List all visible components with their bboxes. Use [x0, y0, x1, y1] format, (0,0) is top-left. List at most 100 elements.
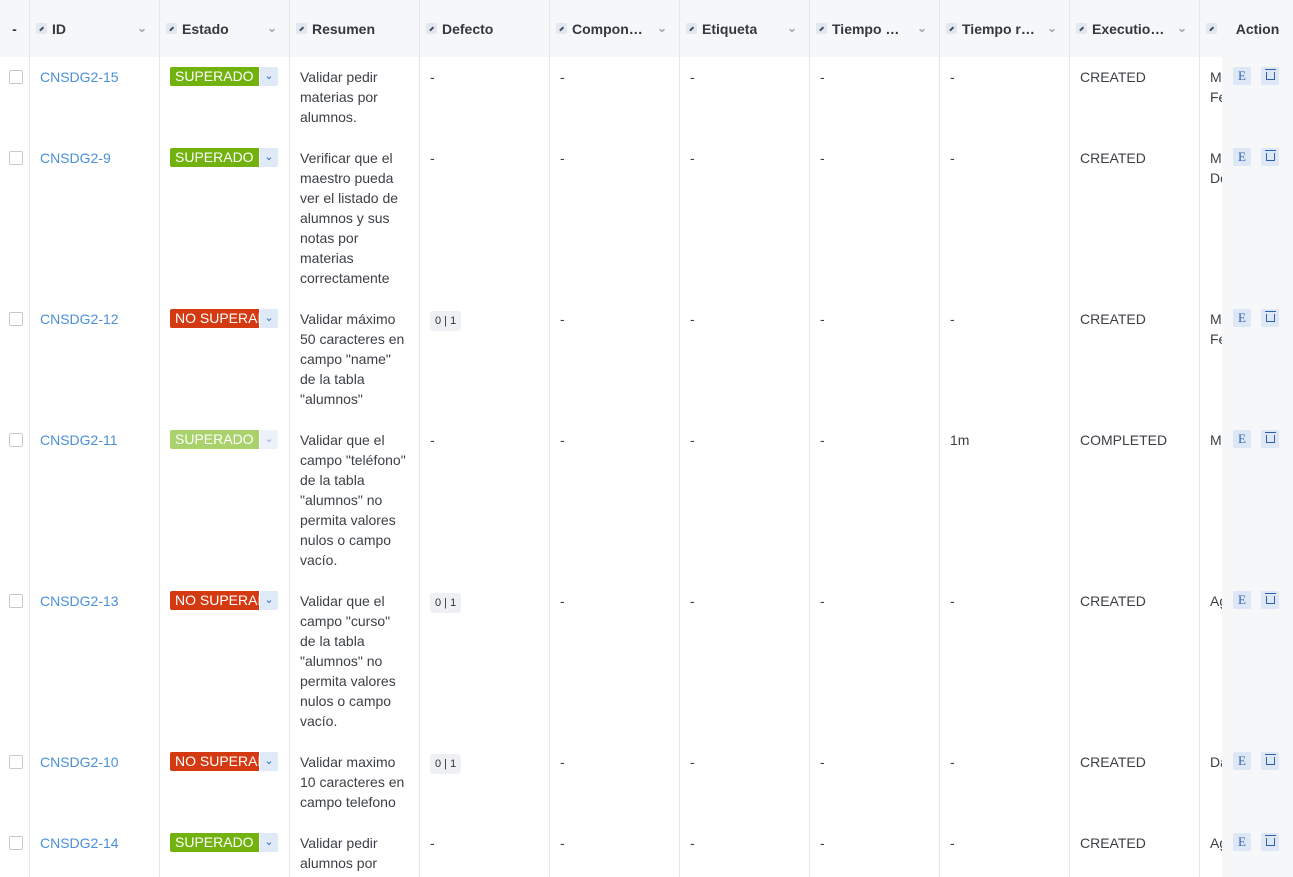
chevron-down-icon[interactable]: ⌄: [267, 21, 277, 35]
status-select[interactable]: SUPERADO ⌄: [170, 833, 279, 852]
cell-componente: -: [550, 57, 680, 138]
status-badge[interactable]: NO SUPERADO: [170, 591, 259, 610]
edit-button[interactable]: E: [1233, 148, 1251, 166]
test-id-link[interactable]: CNSDG2-13: [40, 593, 119, 609]
row-select-cell: [0, 742, 30, 823]
status-select[interactable]: SUPERADO ⌄: [170, 148, 279, 167]
defect-count-badge[interactable]: 0 | 1: [430, 754, 462, 774]
pin-icon[interactable]: [556, 23, 567, 34]
pin-icon[interactable]: [1076, 23, 1087, 34]
column-header-resumen[interactable]: Resumen: [290, 0, 420, 57]
edit-button[interactable]: E: [1233, 591, 1251, 609]
chevron-down-icon[interactable]: ⌄: [657, 21, 667, 35]
row-actions: E: [1222, 420, 1293, 581]
delete-button[interactable]: [1261, 309, 1279, 327]
status-select[interactable]: NO SUPERADO⌄: [170, 309, 279, 328]
column-header-etiqueta[interactable]: Etiqueta ⌄: [680, 0, 810, 57]
chevron-down-icon[interactable]: ⌄: [1047, 21, 1057, 35]
column-header-tiempo-real[interactable]: Tiempo real ⌄: [940, 0, 1070, 57]
pin-icon[interactable]: [426, 23, 437, 34]
table-row[interactable]: CNSDG2-13 NO SUPERADO⌄ Validar que el camp…: [0, 581, 1293, 743]
table-row[interactable]: CNSDG2-15 SUPERADO ⌄ Validar pedir materias…: [0, 57, 1293, 139]
column-header-execution[interactable]: Execution status ⌄: [1070, 0, 1200, 57]
chevron-down-icon[interactable]: ⌄: [260, 752, 278, 771]
chevron-down-icon[interactable]: ⌄: [260, 67, 278, 86]
select-all-label: -: [12, 20, 17, 37]
delete-button[interactable]: [1261, 833, 1279, 851]
column-label: Resumen: [312, 20, 376, 37]
status-badge[interactable]: NO SUPERADO: [170, 752, 259, 771]
status-select[interactable]: SUPERADO ⌄: [170, 430, 279, 449]
edit-button[interactable]: E: [1233, 309, 1251, 327]
status-badge[interactable]: NO SUPERADO: [170, 309, 259, 328]
status-badge[interactable]: SUPERADO: [170, 833, 259, 852]
pin-icon[interactable]: [946, 23, 957, 34]
pin-icon[interactable]: [36, 23, 47, 34]
delete-button[interactable]: [1261, 591, 1279, 609]
defect-count-badge[interactable]: 0 | 1: [430, 311, 462, 331]
status-select[interactable]: SUPERADO ⌄: [170, 67, 279, 86]
edit-button[interactable]: E: [1233, 833, 1251, 851]
chevron-down-icon[interactable]: ⌄: [787, 21, 797, 35]
row-checkbox[interactable]: [9, 151, 23, 165]
row-checkbox[interactable]: [9, 312, 23, 326]
delete-button[interactable]: [1261, 148, 1279, 166]
row-checkbox[interactable]: [9, 755, 23, 769]
column-header-tiempo-estimado[interactable]: Tiempo estimado ⌄: [810, 0, 940, 57]
pin-icon[interactable]: [686, 23, 697, 34]
chevron-down-icon[interactable]: ⌄: [260, 309, 278, 328]
defect-count-badge[interactable]: 0 | 1: [430, 593, 462, 613]
chevron-down-icon[interactable]: ⌄: [260, 833, 278, 852]
status-badge[interactable]: SUPERADO: [170, 67, 259, 86]
pin-icon[interactable]: [1206, 23, 1217, 34]
table-row[interactable]: CNSDG2-10 NO SUPERADO⌄ Validar maximo 10 c…: [0, 742, 1293, 824]
status-select[interactable]: NO SUPERADO⌄: [170, 752, 279, 771]
test-id-link[interactable]: CNSDG2-11: [40, 432, 118, 448]
cell-extra: M Fe: [1210, 311, 1222, 347]
chevron-down-icon[interactable]: ⌄: [260, 430, 278, 449]
row-checkbox[interactable]: [9, 836, 23, 850]
edit-button[interactable]: E: [1233, 67, 1251, 85]
column-label: Tiempo real: [962, 20, 1035, 37]
chevron-down-icon[interactable]: ⌄: [260, 148, 278, 167]
test-id-link[interactable]: CNSDG2-14: [40, 835, 119, 851]
row-checkbox[interactable]: [9, 433, 23, 447]
test-id-link[interactable]: CNSDG2-15: [40, 69, 119, 85]
column-header-id[interactable]: ID ⌄: [30, 0, 160, 57]
pin-icon[interactable]: [166, 23, 177, 34]
delete-button[interactable]: [1261, 430, 1279, 448]
cell-resumen: Validar pedir alumnos por: [290, 823, 420, 877]
table-row[interactable]: CNSDG2-11 SUPERADO ⌄ Validar que el campo "…: [0, 420, 1293, 582]
chevron-down-icon[interactable]: ⌄: [917, 21, 927, 35]
test-id-link[interactable]: CNSDG2-12: [40, 311, 119, 327]
edit-button[interactable]: E: [1233, 430, 1251, 448]
status-badge[interactable]: SUPERADO: [170, 430, 259, 449]
table-row[interactable]: CNSDG2-14 SUPERADO ⌄ Validar pedir alumnos …: [0, 823, 1293, 877]
select-all-header[interactable]: -: [0, 0, 30, 57]
cell-id: CNSDG2-14: [30, 823, 160, 877]
test-id-link[interactable]: CNSDG2-9: [40, 150, 111, 166]
delete-button[interactable]: [1261, 752, 1279, 770]
column-header-estado[interactable]: Estado ⌄: [160, 0, 290, 57]
cell-resumen: Validar que el campo "teléfono" de la ta…: [290, 420, 420, 581]
test-id-link[interactable]: CNSDG2-10: [40, 754, 119, 770]
chevron-down-icon[interactable]: ⌄: [1177, 21, 1187, 35]
column-header-extra[interactable]: [1200, 0, 1222, 57]
table-header: - ID ⌄ Estado ⌄ Resumen Defecto Componente…: [0, 0, 1293, 58]
chevron-down-icon[interactable]: ⌄: [137, 21, 147, 35]
row-checkbox[interactable]: [9, 70, 23, 84]
status-badge[interactable]: SUPERADO: [170, 148, 259, 167]
delete-button[interactable]: [1261, 67, 1279, 85]
pin-icon[interactable]: [816, 23, 827, 34]
table-row[interactable]: CNSDG2-9 SUPERADO ⌄ Verificar que el maestr…: [0, 138, 1293, 300]
status-select[interactable]: NO SUPERADO⌄: [170, 591, 279, 610]
edit-button[interactable]: E: [1233, 752, 1251, 770]
chevron-down-icon[interactable]: ⌄: [260, 591, 278, 610]
cell-value: -: [430, 432, 435, 448]
column-label: Etiqueta: [702, 20, 758, 37]
table-row[interactable]: CNSDG2-12 NO SUPERADO⌄ Validar máximo 50 c…: [0, 299, 1293, 421]
row-checkbox[interactable]: [9, 594, 23, 608]
column-header-componente[interactable]: Componente ⌄: [550, 0, 680, 57]
column-header-defecto[interactable]: Defecto: [420, 0, 550, 57]
pin-icon[interactable]: [296, 23, 307, 34]
